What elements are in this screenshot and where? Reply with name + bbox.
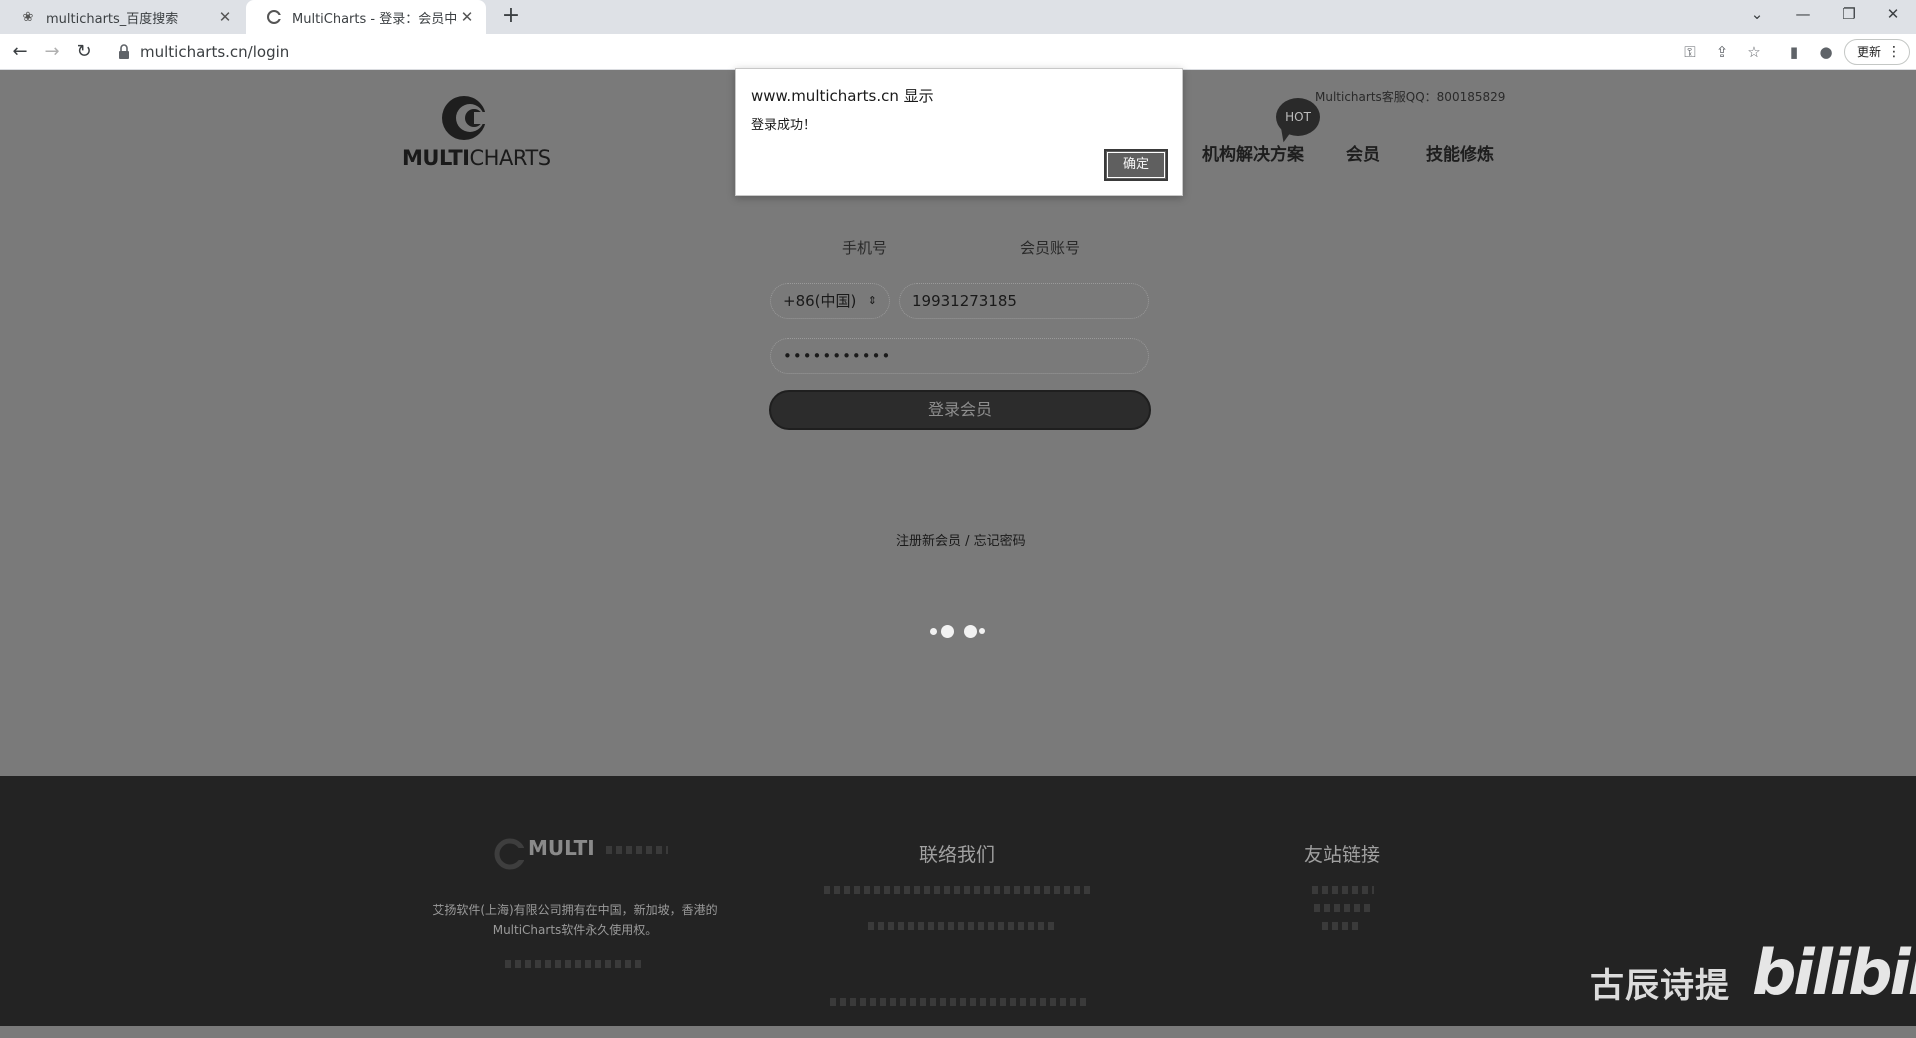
multicharts-icon <box>266 9 282 25</box>
qq-contact: Multicharts客服QQ：800185829 <box>1315 90 1506 104</box>
close-window-button[interactable]: ✕ <box>1870 0 1916 30</box>
minimize-button[interactable]: — <box>1780 0 1826 30</box>
tab-account-login[interactable]: 会员账号 <box>1020 237 1080 258</box>
watermark-text: 古辰诗提 <box>1590 966 1730 1006</box>
update-label: 更新 <box>1857 45 1882 59</box>
tab-title: multicharts_百度搜索 <box>46 11 179 27</box>
profile-icon[interactable]: ● <box>1814 40 1838 64</box>
nav-skill-training[interactable]: 技能修炼 <box>1426 140 1494 165</box>
logo-text[interactable]: MULTICHARTS <box>402 146 551 170</box>
footer-partner-link[interactable] <box>1314 904 1372 912</box>
login-button[interactable]: 登录会员 <box>769 390 1151 430</box>
alert-ok-button[interactable]: 确定 <box>1104 149 1168 181</box>
address-bar: ← → ↻ multicharts.cn/login ⚿ ⇪ ☆ ▮ ● 更新 … <box>0 34 1916 70</box>
logo-text-bold: MULTI <box>402 146 470 170</box>
close-icon[interactable]: ✕ <box>458 8 476 26</box>
updown-arrow-icon: ⇕ <box>867 294 877 307</box>
footer-copyright-line <box>830 998 1086 1006</box>
share-icon[interactable]: ⇪ <box>1710 40 1734 64</box>
password-input[interactable]: ••••••••••• <box>770 338 1149 374</box>
nav-membership[interactable]: 会员 <box>1346 140 1380 165</box>
reload-icon[interactable]: ↻ <box>70 38 98 66</box>
footer-partner-link[interactable] <box>1322 922 1362 930</box>
footer-contact-line <box>868 922 1054 930</box>
more-icon: ⋮ <box>1887 44 1901 60</box>
nav-institutional-solutions[interactable]: 机构解决方案 <box>1202 140 1304 165</box>
tab-phone-login[interactable]: 手机号 <box>842 237 887 258</box>
tab-search-icon[interactable]: ⌄ <box>1734 0 1780 30</box>
tab-title: MultiCharts - 登录：会员中心 <box>292 11 458 27</box>
form-links: 注册新会员 / 忘记密码 <box>896 530 1026 549</box>
star-icon[interactable]: ☆ <box>1742 40 1766 64</box>
forward-icon[interactable]: → <box>38 38 66 66</box>
tab-multicharts-login[interactable]: MultiCharts - 登录：会员中心 ✕ <box>246 0 486 34</box>
alert-message: 登录成功！ <box>751 118 817 133</box>
alert-title: www.multicharts.cn 显示 <box>751 87 934 105</box>
update-button[interactable]: 更新 ⋮ <box>1844 39 1910 65</box>
loading-dot <box>941 625 954 638</box>
footer-logo-icon <box>494 838 524 870</box>
url-field[interactable]: multicharts.cn/login <box>140 43 289 61</box>
loading-dot <box>964 625 977 638</box>
bilibili-logo: bilibili <box>1752 936 1916 1009</box>
back-icon[interactable]: ← <box>6 38 34 66</box>
link-separator: / <box>961 534 974 549</box>
footer-logo-text: MULTI <box>528 836 595 860</box>
paw-icon: ❀ <box>22 9 34 25</box>
footer-contact-heading: 联络我们 <box>919 844 996 866</box>
country-code-select[interactable]: +86(中国) ⇕ <box>770 283 890 319</box>
tab-bar: ❀ multicharts_百度搜索 ✕ MultiCharts - 登录：会员… <box>0 0 1916 34</box>
hot-badge: HOT <box>1276 98 1320 136</box>
key-icon[interactable]: ⚿ <box>1678 40 1702 64</box>
footer-contact-line <box>824 886 1094 894</box>
phone-input[interactable]: 19931273185 <box>899 283 1149 319</box>
loading-dot <box>979 628 985 634</box>
new-tab-button[interactable]: + <box>498 4 524 30</box>
logo-text-rest: CHARTS <box>469 146 552 170</box>
page: MULTICHARTS Multicharts客服QQ：800185829 HO… <box>0 70 1916 1038</box>
country-code-value: +86(中国) <box>783 292 857 310</box>
footer-logo-faded <box>606 846 668 854</box>
footer-company-text: 艾扬软件(上海)有限公司拥有在中国，新加坡，香港的MultiCharts软件永久… <box>432 903 718 937</box>
forgot-password-link[interactable]: 忘记密码 <box>974 534 1026 549</box>
restore-button[interactable]: ❐ <box>1826 0 1872 30</box>
footer-faded-line <box>505 960 645 968</box>
side-panel-icon[interactable]: ▮ <box>1782 40 1806 64</box>
footer-partner-link[interactable] <box>1312 886 1374 894</box>
register-link[interactable]: 注册新会员 <box>896 534 961 549</box>
close-icon[interactable]: ✕ <box>216 8 234 26</box>
lock-icon <box>119 44 129 59</box>
alert-dialog: www.multicharts.cn 显示 登录成功！ 确定 <box>735 68 1183 196</box>
footer-links-heading: 友站链接 <box>1304 844 1381 866</box>
tab-baidu-search[interactable]: ❀ multicharts_百度搜索 ✕ <box>0 0 244 34</box>
loading-dot <box>930 628 937 635</box>
